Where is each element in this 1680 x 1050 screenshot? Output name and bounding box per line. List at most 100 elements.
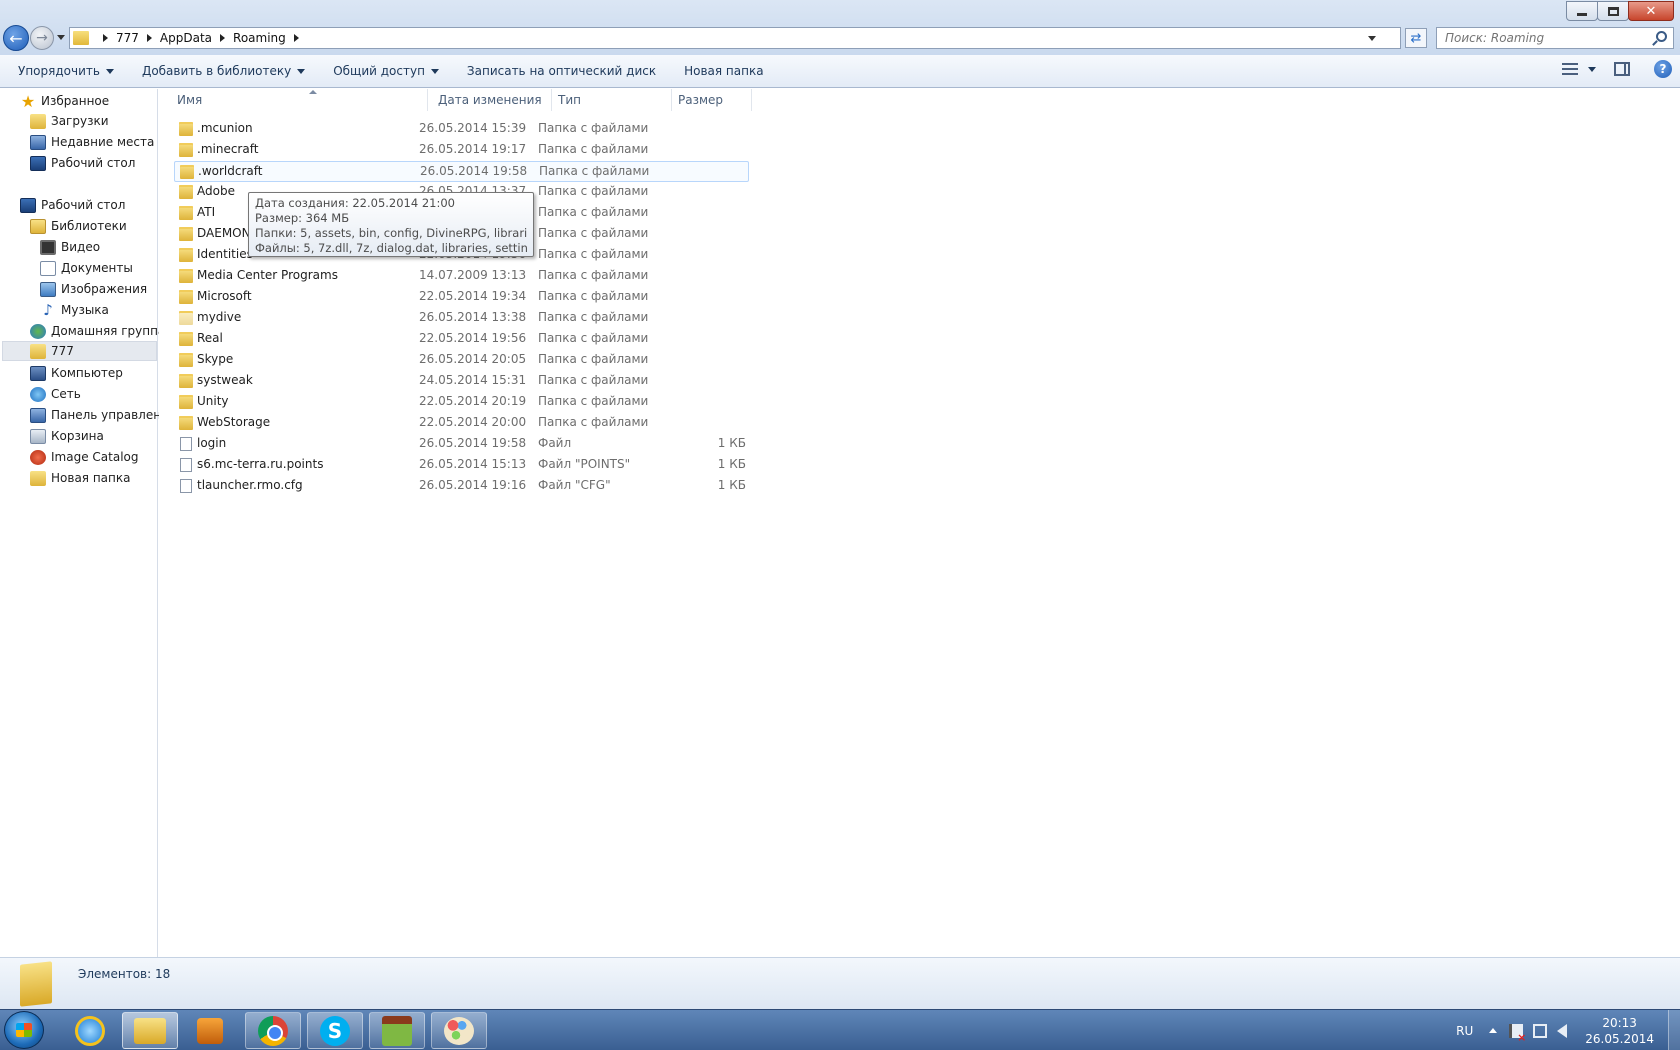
table-row[interactable]: Unity 22.05.2014 20:19 Папка с файлами [174, 392, 749, 413]
breadcrumb-separator[interactable] [293, 34, 299, 42]
show-hidden-icons-icon[interactable] [1489, 1028, 1498, 1033]
table-row[interactable]: Media Center Programs 14.07.2009 13:13 Пап… [174, 266, 749, 287]
search-box[interactable] [1436, 27, 1674, 49]
nav-control-panel[interactable]: Панель управления [30, 405, 176, 425]
nav-music[interactable]: ♪ Музыка [40, 300, 109, 320]
file-icon [180, 479, 192, 493]
nav-downloads[interactable]: Загрузки [30, 111, 109, 131]
table-row[interactable]: s6.mc-terra.ru.points 26.05.2014 15:13 Фай… [174, 455, 749, 476]
table-row[interactable]: systweak 24.05.2014 15:31 Папка с файлами [174, 371, 749, 392]
minimize-button[interactable] [1566, 1, 1598, 21]
table-row[interactable]: mydive 26.05.2014 13:38 Папка с файлами [174, 308, 749, 329]
table-row[interactable]: WebStorage 22.05.2014 20:00 Папка с файлам… [174, 413, 749, 434]
nav-computer[interactable]: Компьютер [30, 363, 123, 383]
table-row[interactable]: login 26.05.2014 19:58 Файл 1 КБ [174, 434, 749, 455]
folder-icon [179, 332, 193, 346]
new-folder-button[interactable]: Новая папка [676, 60, 771, 82]
nav-video[interactable]: Видео [40, 237, 100, 257]
file-name: DAEMON [197, 226, 251, 240]
search-input[interactable] [1437, 28, 1637, 48]
table-row[interactable]: Microsoft 22.05.2014 19:34 Папка с файлами [174, 287, 749, 308]
restore-button[interactable] [1597, 1, 1629, 21]
show-desktop-button[interactable] [1668, 1010, 1680, 1050]
nav-desktop[interactable]: Рабочий стол [20, 195, 125, 215]
folder-icon [179, 206, 193, 220]
nav-libraries[interactable]: Библиотеки [30, 216, 127, 236]
computer-icon [30, 365, 46, 381]
taskbar-chrome[interactable] [245, 1012, 301, 1049]
taskbar-internet-explorer[interactable] [62, 1012, 118, 1049]
nav-recent-label: Недавние места [51, 135, 155, 149]
table-row[interactable]: .minecraft 26.05.2014 19:17 Папка с файлам… [174, 140, 749, 161]
language-indicator[interactable]: RU [1456, 1024, 1473, 1038]
folder-icon [179, 290, 193, 304]
nav-image-catalog[interactable]: Image Catalog [30, 447, 138, 467]
breadcrumb-separator[interactable] [146, 34, 152, 42]
taskbar-paint[interactable] [431, 1012, 487, 1049]
address-bar[interactable]: 777 AppData Roaming [69, 27, 1401, 49]
breadcrumb-777[interactable]: 777 [116, 31, 139, 45]
folder-icon [179, 143, 193, 157]
nav-images-label: Изображения [61, 282, 148, 296]
file-size: 1 КБ [717, 478, 746, 492]
column-header-date[interactable]: Дата изменения [432, 89, 552, 111]
close-button[interactable]: ✕ [1628, 1, 1674, 21]
preview-pane-icon[interactable] [1614, 62, 1630, 76]
nav-recycle-bin[interactable]: Корзина [30, 426, 104, 446]
tooltip-folders: Папки: 5, assets, bin, config, DivineRPG… [255, 226, 527, 240]
folder-icon [179, 185, 193, 199]
file-type: Папка с файлами [538, 415, 649, 429]
start-button[interactable] [4, 1011, 44, 1049]
forward-button[interactable]: → [30, 26, 54, 50]
back-button[interactable]: ← [3, 25, 29, 51]
file-type: Папка с файлами [538, 226, 649, 240]
network-status-icon[interactable] [1533, 1023, 1548, 1038]
clock[interactable]: 20:13 26.05.2014 [1585, 1015, 1654, 1047]
nav-recent-places[interactable]: Недавние места [30, 132, 154, 152]
nav-user-folder[interactable]: 777 [2, 341, 157, 361]
media-player-icon [197, 1017, 223, 1044]
refresh-button[interactable]: ⇄ [1405, 28, 1427, 48]
toolbar-right: ? [1562, 60, 1672, 78]
view-options-icon[interactable] [1562, 63, 1578, 75]
nav-images[interactable]: Изображения [40, 279, 147, 299]
nav-favorites[interactable]: ★ Избранное [20, 91, 109, 111]
column-header-name[interactable]: Имя [171, 89, 428, 111]
nav-network[interactable]: Сеть [30, 384, 81, 404]
nav-documents[interactable]: Документы [40, 258, 133, 278]
volume-icon[interactable] [1557, 1023, 1568, 1038]
table-row[interactable]: Real 22.05.2014 19:56 Папка с файлами [174, 329, 749, 350]
search-icon[interactable] [1656, 31, 1667, 42]
taskbar-game[interactable] [369, 1012, 425, 1049]
taskbar-skype[interactable]: S [307, 1012, 363, 1049]
help-icon[interactable]: ? [1654, 60, 1672, 78]
taskbar-explorer[interactable] [122, 1012, 178, 1049]
action-center-icon[interactable] [1509, 1023, 1526, 1044]
breadcrumb-separator[interactable] [220, 34, 226, 42]
nav-new-folder[interactable]: Новая папка [30, 468, 130, 488]
recent-pages-dropdown[interactable] [57, 35, 65, 40]
column-header-type[interactable]: Тип [552, 89, 672, 111]
table-row[interactable]: .worldcraft 26.05.2014 19:58 Папка с файла… [174, 161, 749, 182]
address-history-dropdown[interactable] [1368, 35, 1376, 41]
file-date: 22.05.2014 20:00 [419, 415, 527, 429]
nav-desktop-favorite[interactable]: Рабочий стол [30, 153, 135, 173]
file-type: Папка с файлами [538, 352, 649, 366]
breadcrumb-roaming[interactable]: Roaming [233, 31, 286, 45]
table-row[interactable]: Skype 26.05.2014 20:05 Папка с файлами [174, 350, 749, 371]
file-type: Файл "CFG" [538, 478, 611, 492]
taskbar-media-player[interactable] [182, 1012, 238, 1049]
table-row[interactable]: tlauncher.rmo.cfg 26.05.2014 19:16 Файл "C… [174, 476, 749, 497]
libraries-icon [30, 218, 46, 234]
table-row[interactable]: .mcunion 26.05.2014 15:39 Папка с файлами [174, 119, 749, 140]
breadcrumb-appdata[interactable]: AppData [160, 31, 212, 45]
add-to-library-button[interactable]: Добавить в библиотеку [134, 60, 313, 82]
file-type: Файл "POINTS" [538, 457, 631, 471]
chevron-down-icon[interactable] [1588, 66, 1596, 72]
burn-button[interactable]: Записать на оптический диск [459, 60, 664, 82]
nav-homegroup[interactable]: Домашняя группа [30, 321, 165, 341]
column-header-size[interactable]: Размер [672, 89, 752, 111]
breadcrumb-separator[interactable] [103, 34, 108, 42]
organize-button[interactable]: Упорядочить [10, 60, 122, 82]
share-button[interactable]: Общий доступ [325, 60, 447, 82]
